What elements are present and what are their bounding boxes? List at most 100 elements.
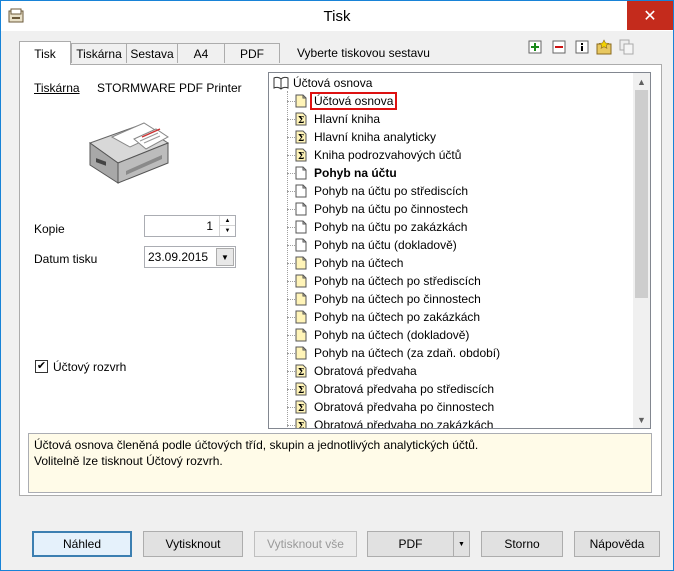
tree-item[interactable]: Σ Obratová předvaha (295, 362, 417, 380)
tree-item[interactable]: Σ Obratová předvaha po střediscích (295, 380, 494, 398)
tab-a4[interactable]: A4 (177, 43, 225, 63)
tree-scrollbar[interactable]: ▲ ▼ (633, 73, 650, 428)
copies-value: 1 (206, 219, 213, 233)
report-page-icon (295, 292, 307, 306)
plus-icon (528, 40, 542, 54)
window-title: Tisk (323, 8, 351, 25)
sum-report-icon: Σ (295, 112, 307, 126)
blank-page-icon (295, 184, 307, 198)
tree-item-label: Pohyb na účtech (314, 256, 404, 270)
print-date-field[interactable]: 23.09.2015 ▼ (144, 246, 236, 268)
svg-text:Σ: Σ (298, 116, 304, 126)
tree-item[interactable]: Pohyb na účtu po střediscích (295, 182, 468, 200)
tree-item-label: Hlavní kniha analyticky (314, 130, 437, 144)
scroll-down-button[interactable]: ▼ (633, 411, 650, 428)
tree-item-label: Obratová předvaha (314, 364, 417, 378)
report-description: Účtová osnova členěná podle účtových tří… (28, 433, 652, 493)
chevron-down-icon: ▼ (221, 252, 229, 262)
tree-item-label: Pohyb na účtech po činnostech (314, 292, 481, 306)
tree-item[interactable]: Pohyb na účtu (dokladově) (295, 236, 457, 254)
tab-pdf[interactable]: PDF (224, 43, 280, 63)
tree-item-label: Pohyb na účtech (dokladově) (314, 328, 470, 342)
chevron-up-icon: ▲ (637, 76, 646, 87)
tree-item[interactable]: Pohyb na účtech (za zdaň. období) (295, 344, 500, 362)
info-icon (575, 40, 589, 54)
tree-item[interactable]: Σ Kniha podrozvahových účtů (295, 146, 461, 164)
tree-item-label: Účtová osnova (310, 92, 398, 110)
description-line-2: Volitelně lze tisknout Účtový rozvrh. (34, 454, 223, 468)
tree-item-label: Obratová předvaha po střediscích (314, 382, 495, 396)
cancel-button[interactable]: Storno (481, 531, 563, 557)
date-dropdown-button[interactable]: ▼ (216, 248, 234, 266)
scroll-up-button[interactable]: ▲ (633, 73, 650, 90)
minus-icon (552, 40, 566, 54)
pdf-button[interactable]: PDF ▼ (367, 531, 470, 557)
report-select-label: Vyberte tiskovou sestavu (297, 46, 430, 60)
copies-up-button[interactable]: ▲ (220, 216, 235, 226)
chevron-down-icon: ▼ (458, 540, 465, 548)
report-page-icon (295, 310, 307, 324)
description-line-1: Účtová osnova členěná podle účtových tří… (34, 438, 479, 452)
print-date-label: Datum tisku (34, 252, 98, 266)
sum-report-icon: Σ (295, 148, 307, 162)
printer-link[interactable]: Tiskárna (34, 81, 80, 95)
chevron-down-icon: ▼ (224, 228, 231, 234)
close-icon: ✕ (643, 7, 657, 25)
blank-page-icon (295, 220, 307, 234)
tree-item[interactable]: Pohyb na účtech po střediscích (295, 272, 481, 290)
close-button[interactable]: ✕ (627, 1, 673, 30)
copies-stepper[interactable]: 1 ▲ ▼ (144, 215, 236, 237)
book-icon (273, 76, 289, 90)
scroll-thumb[interactable] (635, 90, 648, 298)
svg-text:Σ: Σ (298, 134, 304, 144)
tree-item[interactable]: Pohyb na účtech (dokladově) (295, 326, 469, 344)
favorites-button[interactable] (595, 38, 613, 56)
title-bar[interactable]: Tisk ✕ (1, 1, 673, 31)
svg-text:Σ: Σ (298, 152, 304, 162)
report-page-icon (295, 328, 307, 342)
sum-report-icon: Σ (295, 382, 307, 396)
copies-down-button[interactable]: ▼ (220, 226, 235, 236)
tree-item-label: Obratová předvaha po zakázkách (314, 418, 494, 429)
blank-page-icon (295, 238, 307, 252)
checkmark-icon: ✔ (36, 360, 47, 372)
tab-sestava[interactable]: Sestava (126, 43, 178, 63)
report-tree[interactable]: Účtová osnova Účtová osnova Σ Hlavní kniha… (268, 72, 651, 429)
help-button[interactable]: Nápověda (574, 531, 660, 557)
svg-text:Σ: Σ (298, 368, 304, 378)
tree-item-label: Pohyb na účtech po střediscích (314, 274, 481, 288)
tree-item[interactable]: Σ Hlavní kniha analyticky (295, 128, 436, 146)
tree-item-label: Pohyb na účtu po zakázkách (314, 220, 468, 234)
tree-item[interactable]: Σ Obratová předvaha po činnostech (295, 398, 494, 416)
tree-item[interactable]: Pohyb na účtech po činnostech (295, 290, 481, 308)
tree-item[interactable]: Σ Obratová předvaha po zakázkách (295, 416, 494, 429)
account-layout-checkbox[interactable]: ✔ (35, 360, 48, 373)
tree-item[interactable]: Pohyb na účtu po činnostech (295, 200, 468, 218)
preview-button[interactable]: Náhled (32, 531, 132, 557)
print-all-button: Vytisknout vše (254, 531, 357, 557)
tree-item[interactable]: Pohyb na účtech po zakázkách (295, 308, 480, 326)
tree-root[interactable]: Účtová osnova (273, 74, 372, 92)
tree-item[interactable]: Pohyb na účtech (295, 254, 403, 272)
report-info-button[interactable] (573, 38, 591, 56)
account-layout-label: Účtový rozvrh (53, 360, 127, 374)
svg-text:Σ: Σ (298, 422, 304, 429)
tree-item[interactable]: Pohyb na účtu po zakázkách (295, 218, 467, 236)
copy-report-button[interactable] (618, 38, 636, 56)
report-page-icon (295, 274, 307, 288)
tree-item-label: Hlavní kniha (314, 112, 381, 126)
star-folder-icon (596, 39, 612, 55)
pdf-dropdown-button[interactable]: ▼ (453, 532, 469, 556)
printer-icon (82, 115, 174, 194)
tree-item[interactable]: Účtová osnova (295, 92, 398, 110)
tree-item-label: Pohyb na účtu (314, 166, 397, 180)
tree-item-label: Pohyb na účtu po střediscích (314, 184, 469, 198)
remove-report-button[interactable] (550, 38, 568, 56)
add-report-button[interactable] (526, 38, 544, 56)
print-button[interactable]: Vytisknout (143, 531, 243, 557)
tab-tiskarna[interactable]: Tiskárna (71, 43, 127, 63)
tree-item[interactable]: Σ Hlavní kniha (295, 110, 380, 128)
tab-tisk[interactable]: Tisk (19, 41, 71, 65)
tree-item[interactable]: Pohyb na účtu (295, 164, 397, 182)
tree-item-label: Pohyb na účtech po zakázkách (314, 310, 481, 324)
